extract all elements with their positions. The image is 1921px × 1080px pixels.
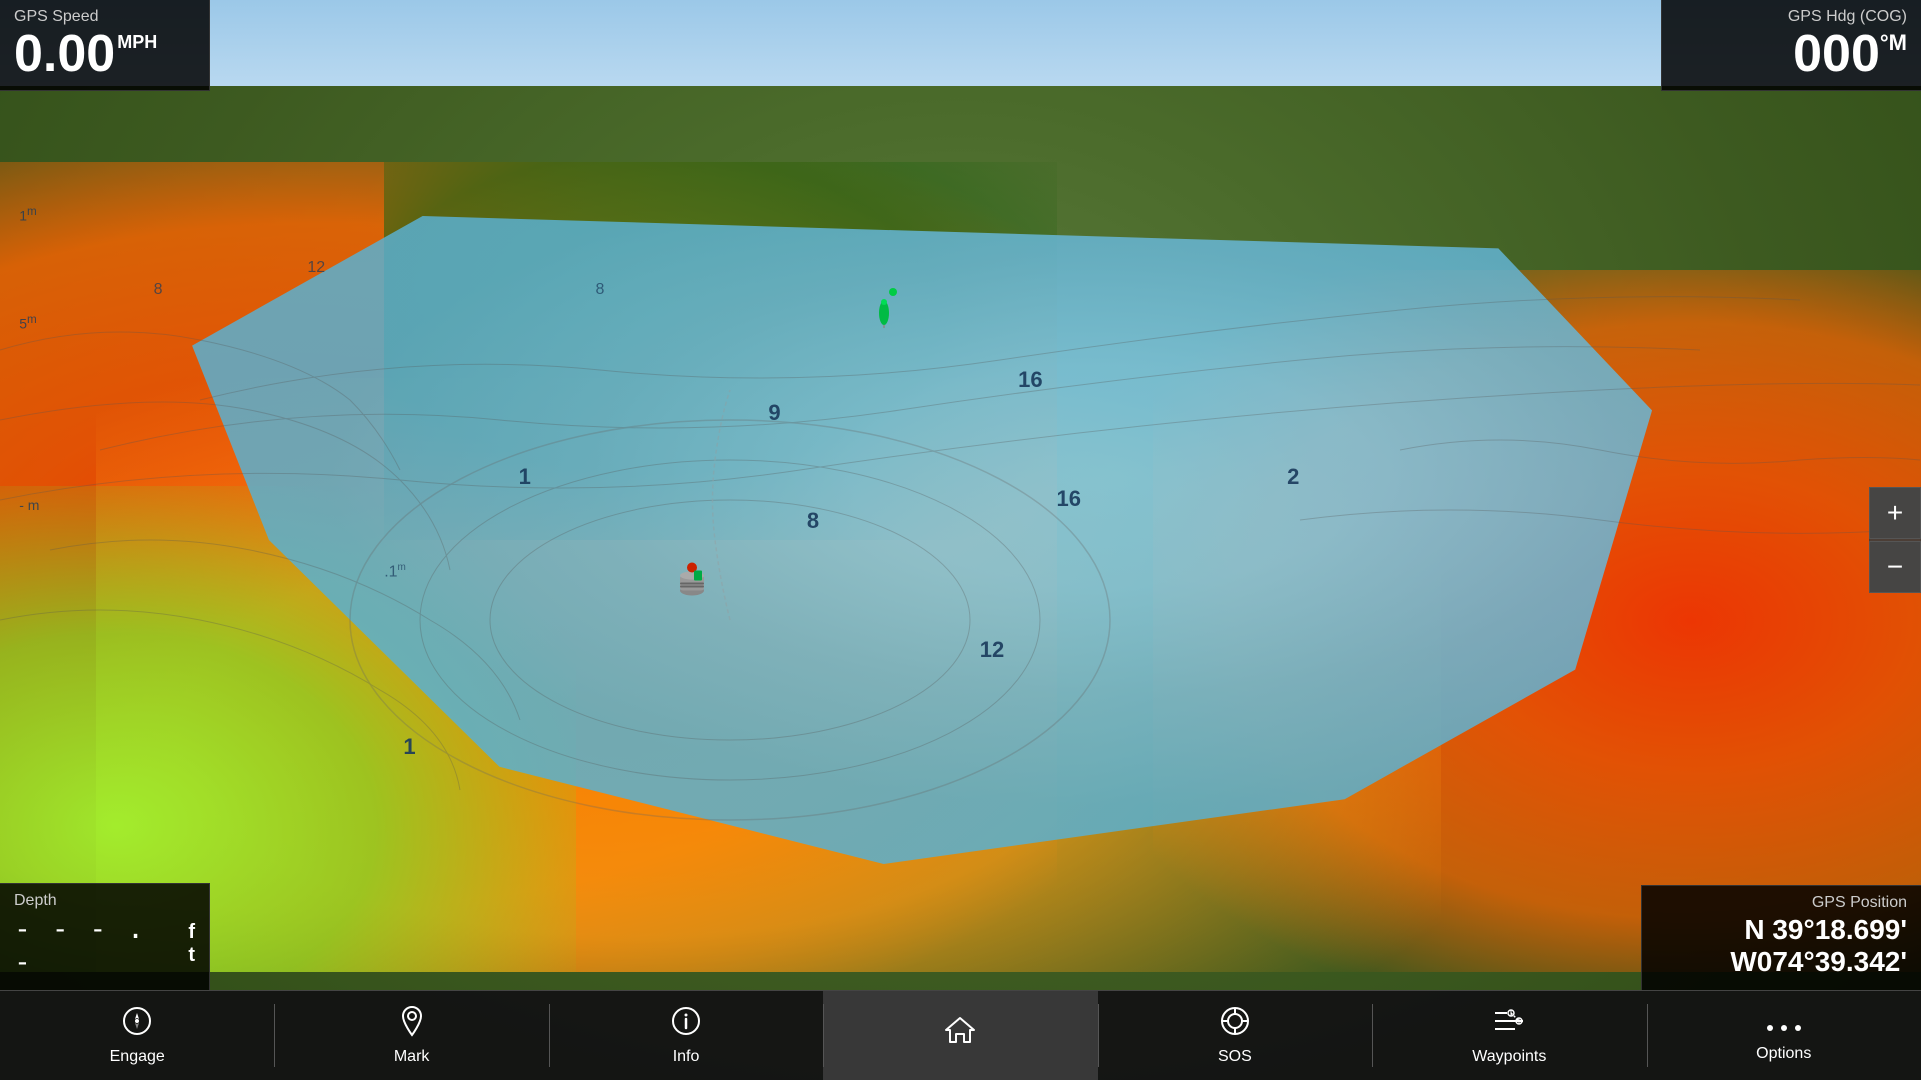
gps-lon: W074°39.342': [1656, 946, 1907, 978]
depth-units: f t: [188, 921, 195, 967]
nav-item-home[interactable]: [823, 991, 1097, 1080]
gps-heading-unit: °M: [1880, 32, 1907, 54]
gps-heading-number: 000: [1793, 28, 1880, 80]
map-view[interactable]: 1 1 8 9 16 16 2 12 .1m 8 12 8 1m 5m - m: [0, 0, 1921, 1080]
nav-label-mark: Mark: [394, 1048, 430, 1066]
gps-position-label: GPS Position: [1656, 894, 1907, 912]
nav-item-sos[interactable]: SOS: [1098, 991, 1372, 1080]
buoy-marker: [875, 298, 893, 328]
nav-label-info: Info: [673, 1048, 700, 1066]
nav-bar: Engage Mark Info: [0, 990, 1921, 1080]
depth-label-16a: 16: [1018, 367, 1042, 393]
nav-item-options[interactable]: Options: [1647, 991, 1921, 1080]
pin-icon: [398, 1005, 426, 1044]
info-circle-icon: [670, 1005, 702, 1044]
depth-label-1a: 1: [519, 464, 531, 490]
compass-icon: [121, 1005, 153, 1044]
depth-label-0-1: .1m: [384, 562, 406, 581]
depth-label-16b: 16: [1057, 486, 1081, 512]
depth-label-8b: 8: [154, 281, 163, 299]
home-icon: [942, 1014, 978, 1053]
gps-lat: N 39°18.699': [1656, 914, 1907, 946]
nav-label-waypoints: Waypoints: [1472, 1048, 1546, 1066]
gps-speed-number: 0.00: [14, 28, 115, 80]
scale-1m: 1m: [19, 205, 37, 224]
depth-label-12b: 12: [307, 259, 325, 277]
depth-value-row: - - - . - f t: [14, 912, 195, 978]
depth-label-9: 9: [768, 400, 780, 426]
boat-position: [672, 556, 712, 611]
nav-item-waypoints[interactable]: Waypoints: [1372, 991, 1646, 1080]
scale-5m: 5m: [19, 313, 37, 332]
gps-speed-label: GPS Speed: [14, 8, 195, 26]
scale-dash-m: - m: [19, 497, 39, 513]
depth-unit-f: f: [188, 921, 195, 944]
depth-label-12: 12: [980, 637, 1004, 663]
gps-heading-label: GPS Hdg (COG): [1676, 8, 1907, 26]
lifebuoy-icon: [1219, 1005, 1251, 1044]
depth-label: Depth: [14, 892, 195, 910]
depth-widget: Depth - - - . - f t: [0, 883, 210, 990]
zoom-out-button[interactable]: −: [1869, 541, 1921, 593]
depth-dashes: - - - . -: [14, 912, 178, 978]
gps-heading-value-row: 000 °M: [1676, 28, 1907, 80]
nav-marker: [889, 288, 897, 296]
nav-label-engage: Engage: [110, 1048, 165, 1066]
depth-unit-t: t: [188, 944, 195, 967]
depth-label-8c: 8: [596, 281, 605, 299]
gps-speed-unit: MPH: [117, 32, 157, 54]
nav-label-options: Options: [1756, 1045, 1811, 1063]
more-icon: [1766, 1009, 1802, 1041]
nav-item-mark[interactable]: Mark: [274, 991, 548, 1080]
gps-heading-widget: GPS Hdg (COG) 000 °M: [1661, 0, 1921, 91]
gps-speed-widget: GPS Speed 0.00 MPH: [0, 0, 210, 91]
zoom-controls: + −: [1869, 487, 1921, 593]
depth-label-2: 2: [1287, 464, 1299, 490]
nav-label-sos: SOS: [1218, 1048, 1252, 1066]
nav-item-engage[interactable]: Engage: [0, 991, 274, 1080]
depth-label-8: 8: [807, 508, 819, 534]
gps-speed-value-row: 0.00 MPH: [14, 28, 195, 80]
waypoints-icon: [1491, 1005, 1527, 1044]
depth-label-1b: 1: [403, 734, 415, 760]
nav-item-info[interactable]: Info: [549, 991, 823, 1080]
zoom-in-button[interactable]: +: [1869, 487, 1921, 539]
gps-position-widget: GPS Position N 39°18.699' W074°39.342': [1641, 885, 1921, 990]
contour-lines: [0, 0, 1921, 1080]
